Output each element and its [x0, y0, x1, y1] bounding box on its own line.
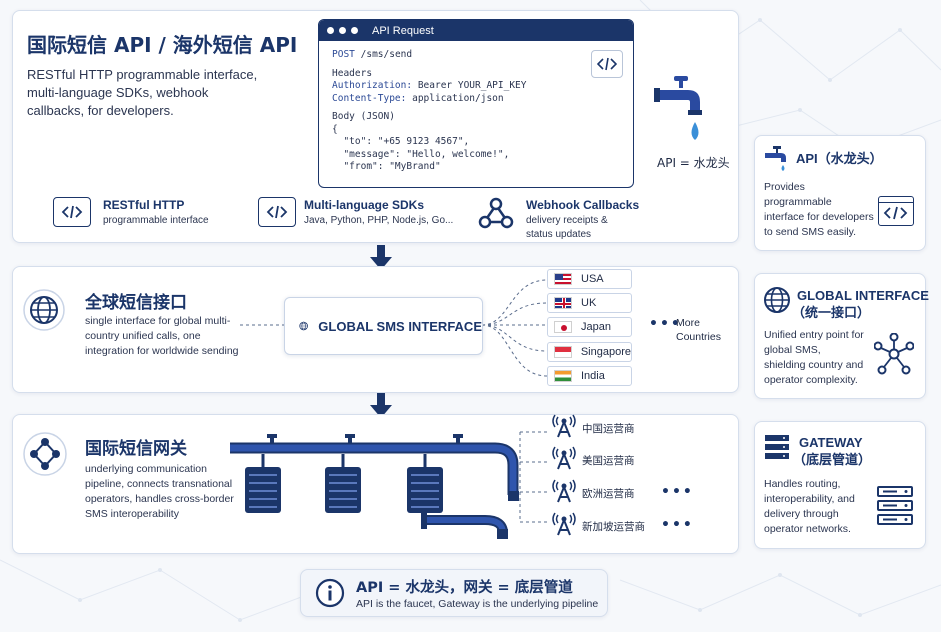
api-request-title: API Request — [372, 24, 434, 37]
code-icon — [258, 197, 296, 227]
summary-subtitle: API is the faucet, Gateway is the underl… — [356, 598, 599, 610]
info-icon — [315, 578, 345, 608]
singapore-flag-icon — [554, 346, 572, 358]
carrier-label: 中国运营商 — [582, 423, 635, 435]
interface-description: single interface for global multi-countr… — [85, 315, 239, 357]
feature-subtitle: delivery receipts & status updates — [526, 215, 608, 240]
country-japan: Japan — [547, 317, 632, 337]
faucet-icon — [765, 146, 786, 171]
feature-subtitle: Java, Python, PHP, Node.js, Go... — [304, 215, 454, 226]
country-usa: USA — [547, 269, 632, 289]
usa-flag-icon — [554, 273, 572, 285]
page-title: 国际短信 API / 海外短信 API — [27, 33, 298, 57]
server-stack-icon — [765, 435, 789, 459]
gateway-pipeline-diagram — [230, 434, 519, 539]
side-card-title: GLOBAL INTERFACE — [797, 288, 929, 303]
auth-header-value: Bearer YOUR_API_KEY — [417, 80, 527, 91]
carrier-label: 欧洲运营商 — [582, 488, 635, 500]
country-uk: UK — [547, 293, 632, 313]
webhook-icon — [478, 197, 514, 229]
body-message-line: "message": "Hello, welcome!", — [332, 148, 510, 160]
side-card-description: Provides programmable interface for deve… — [764, 181, 874, 238]
global-sms-interface-label: GLOBAL SMS INTERFACE — [318, 318, 482, 334]
body-from-line: "from": "MyBrand" — [332, 161, 441, 172]
code-icon — [53, 197, 91, 227]
http-method: POST — [332, 49, 355, 60]
faucet-caption: API = 水龙头 — [657, 156, 730, 170]
gateway-description: underlying communication pipeline, conne… — [85, 463, 234, 520]
header-description: RESTful HTTP programmable interface, mul… — [27, 67, 258, 118]
content-type-key: Content-Type: — [332, 92, 407, 104]
side-card-description: Handles routing, interoperability, and d… — [764, 478, 855, 535]
auth-header-key: Authorization: — [332, 80, 413, 91]
globe-icon — [299, 321, 308, 331]
more-dots-icon: ••• — [661, 484, 694, 500]
more-dots-icon: ••• — [661, 517, 694, 533]
india-flag-icon — [554, 370, 572, 382]
antenna-icon — [552, 479, 576, 503]
server-icon — [245, 467, 443, 513]
carrier-label: 新加坡运营商 — [582, 521, 645, 533]
global-sms-interface-box: GLOBAL SMS INTERFACE — [284, 297, 483, 355]
feature-title: RESTful HTTP — [103, 198, 185, 212]
side-card-subtitle: （统一接口） — [792, 305, 871, 320]
browser-code-icon — [878, 196, 914, 226]
globe-icon — [23, 289, 65, 331]
uk-flag-icon — [554, 297, 572, 309]
side-card-title: GATEWAY — [799, 435, 863, 450]
antenna-icon — [552, 414, 576, 438]
side-card-description: Unified entry point for global SMS, shie… — [764, 329, 864, 386]
summary-title: API = 水龙头，网关 = 底层管道 — [356, 580, 573, 596]
faucet-icon — [654, 76, 702, 140]
antenna-icon — [552, 512, 576, 536]
api-request-titlebar: API Request — [319, 20, 633, 41]
more-countries-label: More Countries — [676, 317, 721, 343]
api-request-window: API Request POST /sms/send Headers Autho… — [318, 19, 634, 188]
headers-label: Headers — [332, 67, 373, 79]
body-label: Body (JSON) — [332, 111, 395, 122]
server-rack-icon — [877, 486, 913, 525]
feature-title: Webhook Callbacks — [526, 198, 640, 212]
globe-icon — [764, 287, 790, 313]
code-icon — [591, 50, 623, 78]
country-singapore: Singapore — [547, 342, 632, 362]
interface-title: 全球短信接口 — [85, 293, 187, 313]
carrier-label: 美国运营商 — [582, 455, 635, 467]
gateway-title: 国际短信网关 — [85, 439, 187, 459]
feature-subtitle: programmable interface — [103, 215, 209, 226]
network-hub-icon — [23, 432, 67, 476]
window-dot-icon — [351, 27, 358, 34]
body-open-brace: { — [332, 123, 338, 135]
side-card-subtitle: （底层管道） — [793, 452, 872, 467]
antenna-icon — [552, 446, 576, 470]
window-dot-icon — [327, 27, 334, 34]
side-card-title: API（水龙头） — [796, 151, 883, 166]
window-dot-icon — [339, 27, 346, 34]
body-to-line: "to": "+65 9123 4567", — [332, 136, 470, 147]
country-india: India — [547, 366, 632, 386]
request-path: /sms/send — [360, 49, 413, 60]
feature-title: Multi-language SDKs — [304, 198, 425, 212]
network-nodes-icon — [874, 333, 914, 375]
content-type-value: application/json — [412, 92, 504, 104]
japan-flag-icon — [554, 321, 572, 333]
